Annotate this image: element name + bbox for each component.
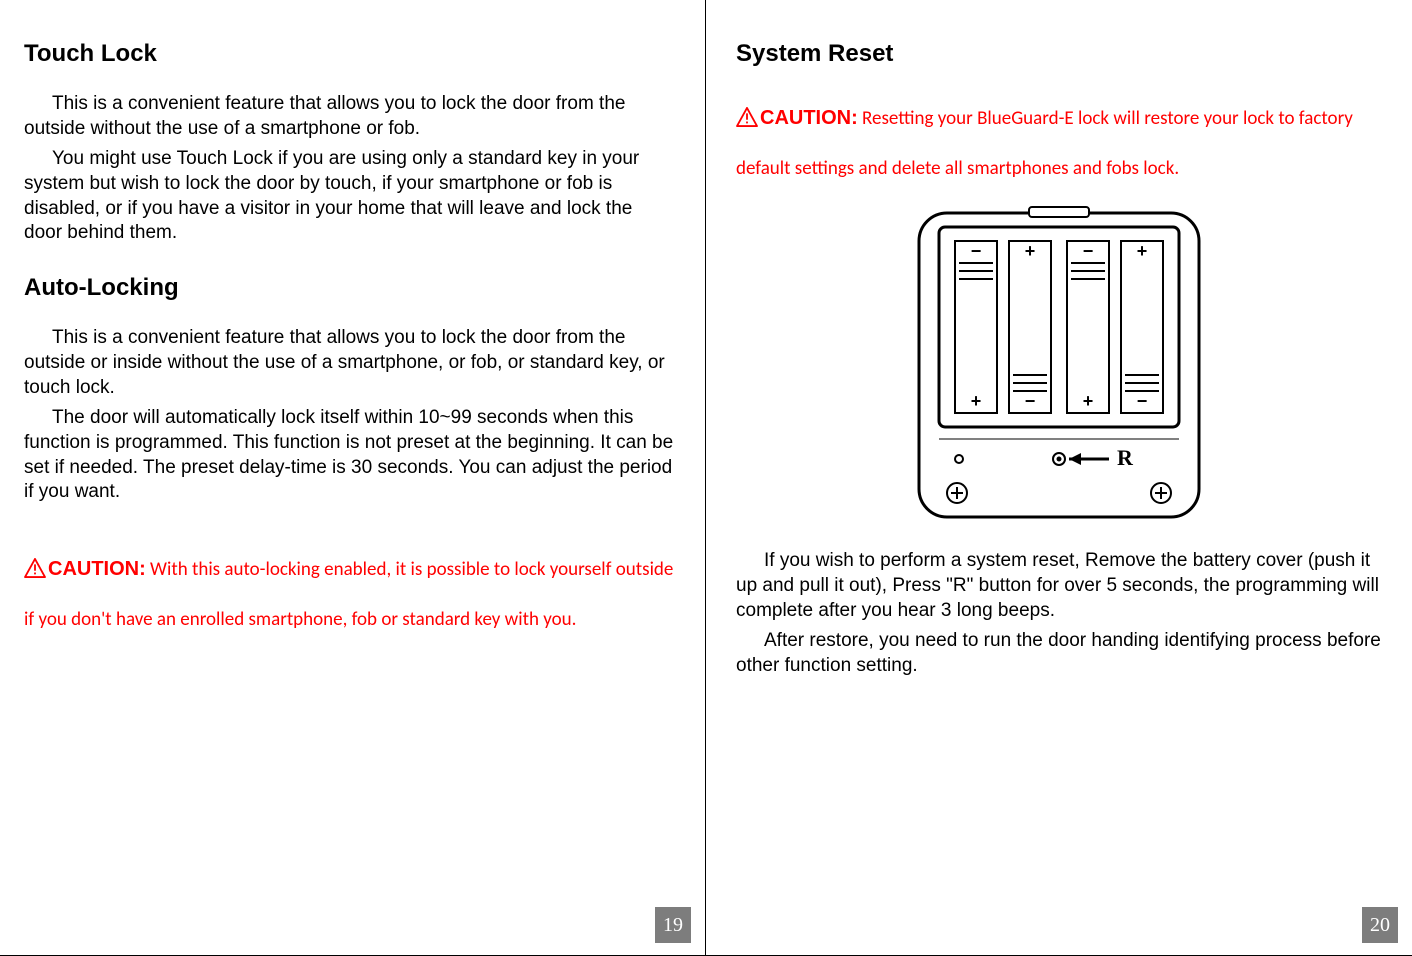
caution-system-reset: CAUTION: Resetting your BlueGuard-E lock… <box>736 92 1382 193</box>
warning-icon <box>736 97 758 117</box>
paragraph: You might use Touch Lock if you are usin… <box>24 147 675 246</box>
paragraph: This is a convenient feature that allows… <box>24 92 675 141</box>
svg-text:+: + <box>971 391 982 411</box>
battery-compartment-diagram: − + + − − + + − R <box>909 205 1209 525</box>
caution-auto-locking: CAUTION: With this auto-locking enabled,… <box>24 543 675 644</box>
svg-text:−: − <box>1025 391 1036 411</box>
paragraph: This is a convenient feature that allows… <box>24 326 675 400</box>
paragraph: The door will automatically lock itself … <box>24 406 675 505</box>
paragraph: After restore, you need to run the door … <box>736 629 1382 678</box>
heading-touch-lock: Touch Lock <box>24 40 675 68</box>
manual-page-left: Touch Lock This is a convenient feature … <box>0 0 706 956</box>
page-number-left: 19 <box>655 907 691 943</box>
svg-text:+: + <box>1025 241 1036 261</box>
reset-button-label: R <box>1117 445 1134 470</box>
caution-label: CAUTION: <box>48 558 146 580</box>
svg-text:−: − <box>971 241 982 261</box>
manual-page-right: System Reset CAUTION: Resetting your Blu… <box>706 0 1412 956</box>
heading-auto-locking: Auto-Locking <box>24 274 675 302</box>
svg-text:+: + <box>1083 391 1094 411</box>
svg-text:+: + <box>1137 241 1148 261</box>
caution-label: CAUTION: <box>760 107 858 129</box>
svg-text:−: − <box>1083 241 1094 261</box>
figure-battery-compartment: − + + − − + + − R <box>736 205 1382 525</box>
page-number-right: 20 <box>1362 907 1398 943</box>
warning-icon <box>24 548 46 568</box>
paragraph: If you wish to perform a system reset, R… <box>736 549 1382 623</box>
svg-text:−: − <box>1137 391 1148 411</box>
heading-system-reset: System Reset <box>736 40 1382 68</box>
